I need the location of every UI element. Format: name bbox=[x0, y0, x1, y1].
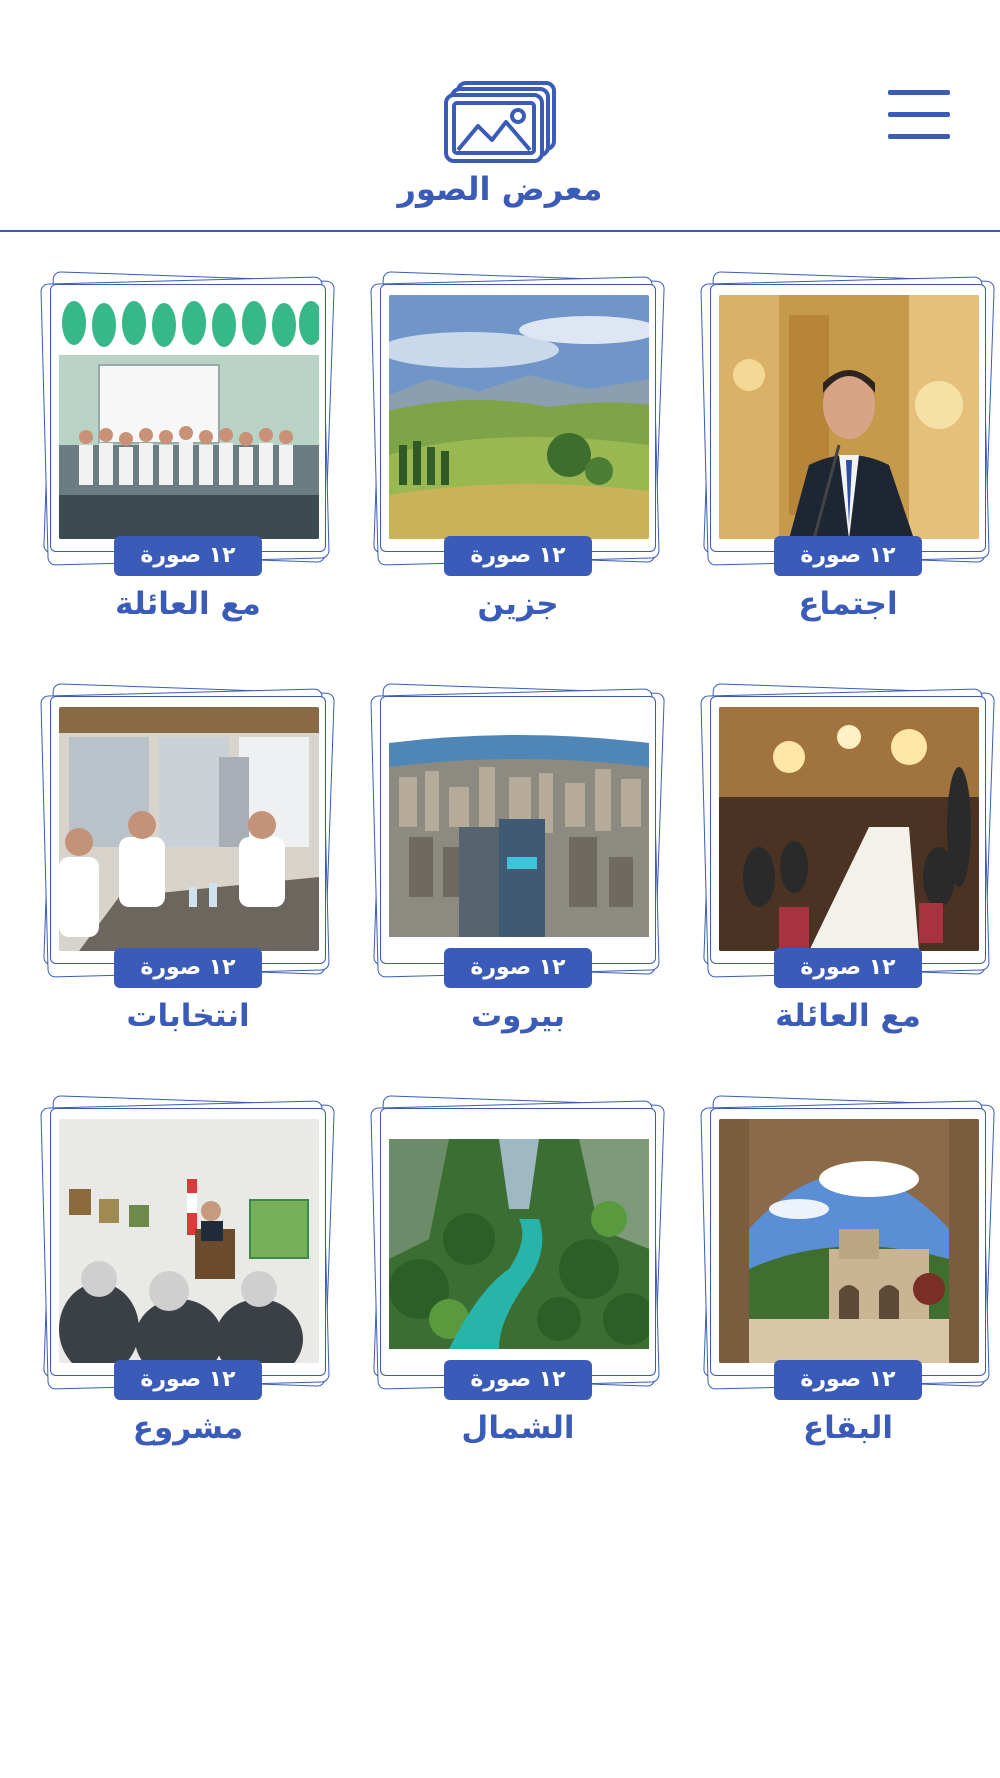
album-card[interactable]: ١٢ صورة اجتماع bbox=[696, 270, 996, 670]
album-photo-meeting bbox=[719, 295, 979, 539]
photo-count-badge: ١٢ صورة bbox=[444, 948, 592, 988]
album-photo-group bbox=[59, 295, 319, 539]
album-grid: ١٢ صورة اجتماع ١٢ صورة جزين ١٢ صورة مع ا… bbox=[0, 270, 1000, 1480]
album-title: مع العائلة bbox=[775, 998, 921, 1034]
album-card[interactable]: ١٢ صورة الشمال bbox=[366, 1094, 666, 1494]
album-title: مع العائلة bbox=[115, 586, 261, 622]
photo-count-badge: ١٢ صورة bbox=[774, 536, 922, 576]
album-title: جزين bbox=[477, 586, 559, 622]
photo-count-badge: ١٢ صورة bbox=[114, 948, 262, 988]
album-title: الشمال bbox=[461, 1410, 575, 1446]
album-photo-stone-arch bbox=[719, 1119, 979, 1363]
photo-count-badge: ١٢ صورة bbox=[114, 1360, 262, 1400]
album-photo-river-gorge bbox=[389, 1119, 649, 1363]
album-card[interactable]: ١٢ صورة بيروت bbox=[366, 682, 666, 1082]
album-title: اجتماع bbox=[798, 586, 898, 622]
album-card[interactable]: ١٢ صورة جزين bbox=[366, 270, 666, 670]
album-card[interactable]: ١٢ صورة انتخابات bbox=[36, 682, 336, 1082]
header-divider bbox=[0, 230, 1000, 232]
album-photo-valley bbox=[389, 295, 649, 539]
hamburger-menu-icon bbox=[888, 90, 950, 95]
album-photo-city bbox=[389, 707, 649, 951]
photo-count-badge: ١٢ صورة bbox=[114, 536, 262, 576]
photo-count-badge: ١٢ صورة bbox=[774, 1360, 922, 1400]
app-header: معرض الصور bbox=[0, 0, 1000, 233]
album-card[interactable]: ١٢ صورة مشروع bbox=[36, 1094, 336, 1494]
album-photo-gallery-speech bbox=[59, 1119, 319, 1363]
album-photo-banquet bbox=[719, 707, 979, 951]
album-card[interactable]: ١٢ صورة مع العائلة bbox=[696, 682, 996, 1082]
album-card[interactable]: ١٢ صورة البقاع bbox=[696, 1094, 996, 1494]
album-title: بيروت bbox=[471, 998, 565, 1034]
album-card[interactable]: ١٢ صورة مع العائلة bbox=[36, 270, 336, 670]
photo-count-badge: ١٢ صورة bbox=[444, 536, 592, 576]
menu-button[interactable] bbox=[888, 88, 952, 144]
album-title: انتخابات bbox=[126, 998, 250, 1034]
photo-gallery-icon bbox=[444, 81, 556, 163]
photo-count-badge: ١٢ صورة bbox=[444, 1360, 592, 1400]
page-title: معرض الصور bbox=[397, 170, 603, 208]
photo-count-badge: ١٢ صورة bbox=[774, 948, 922, 988]
album-title: البقاع bbox=[802, 1410, 894, 1446]
album-title: مشروع bbox=[132, 1410, 244, 1446]
album-photo-office bbox=[59, 707, 319, 951]
